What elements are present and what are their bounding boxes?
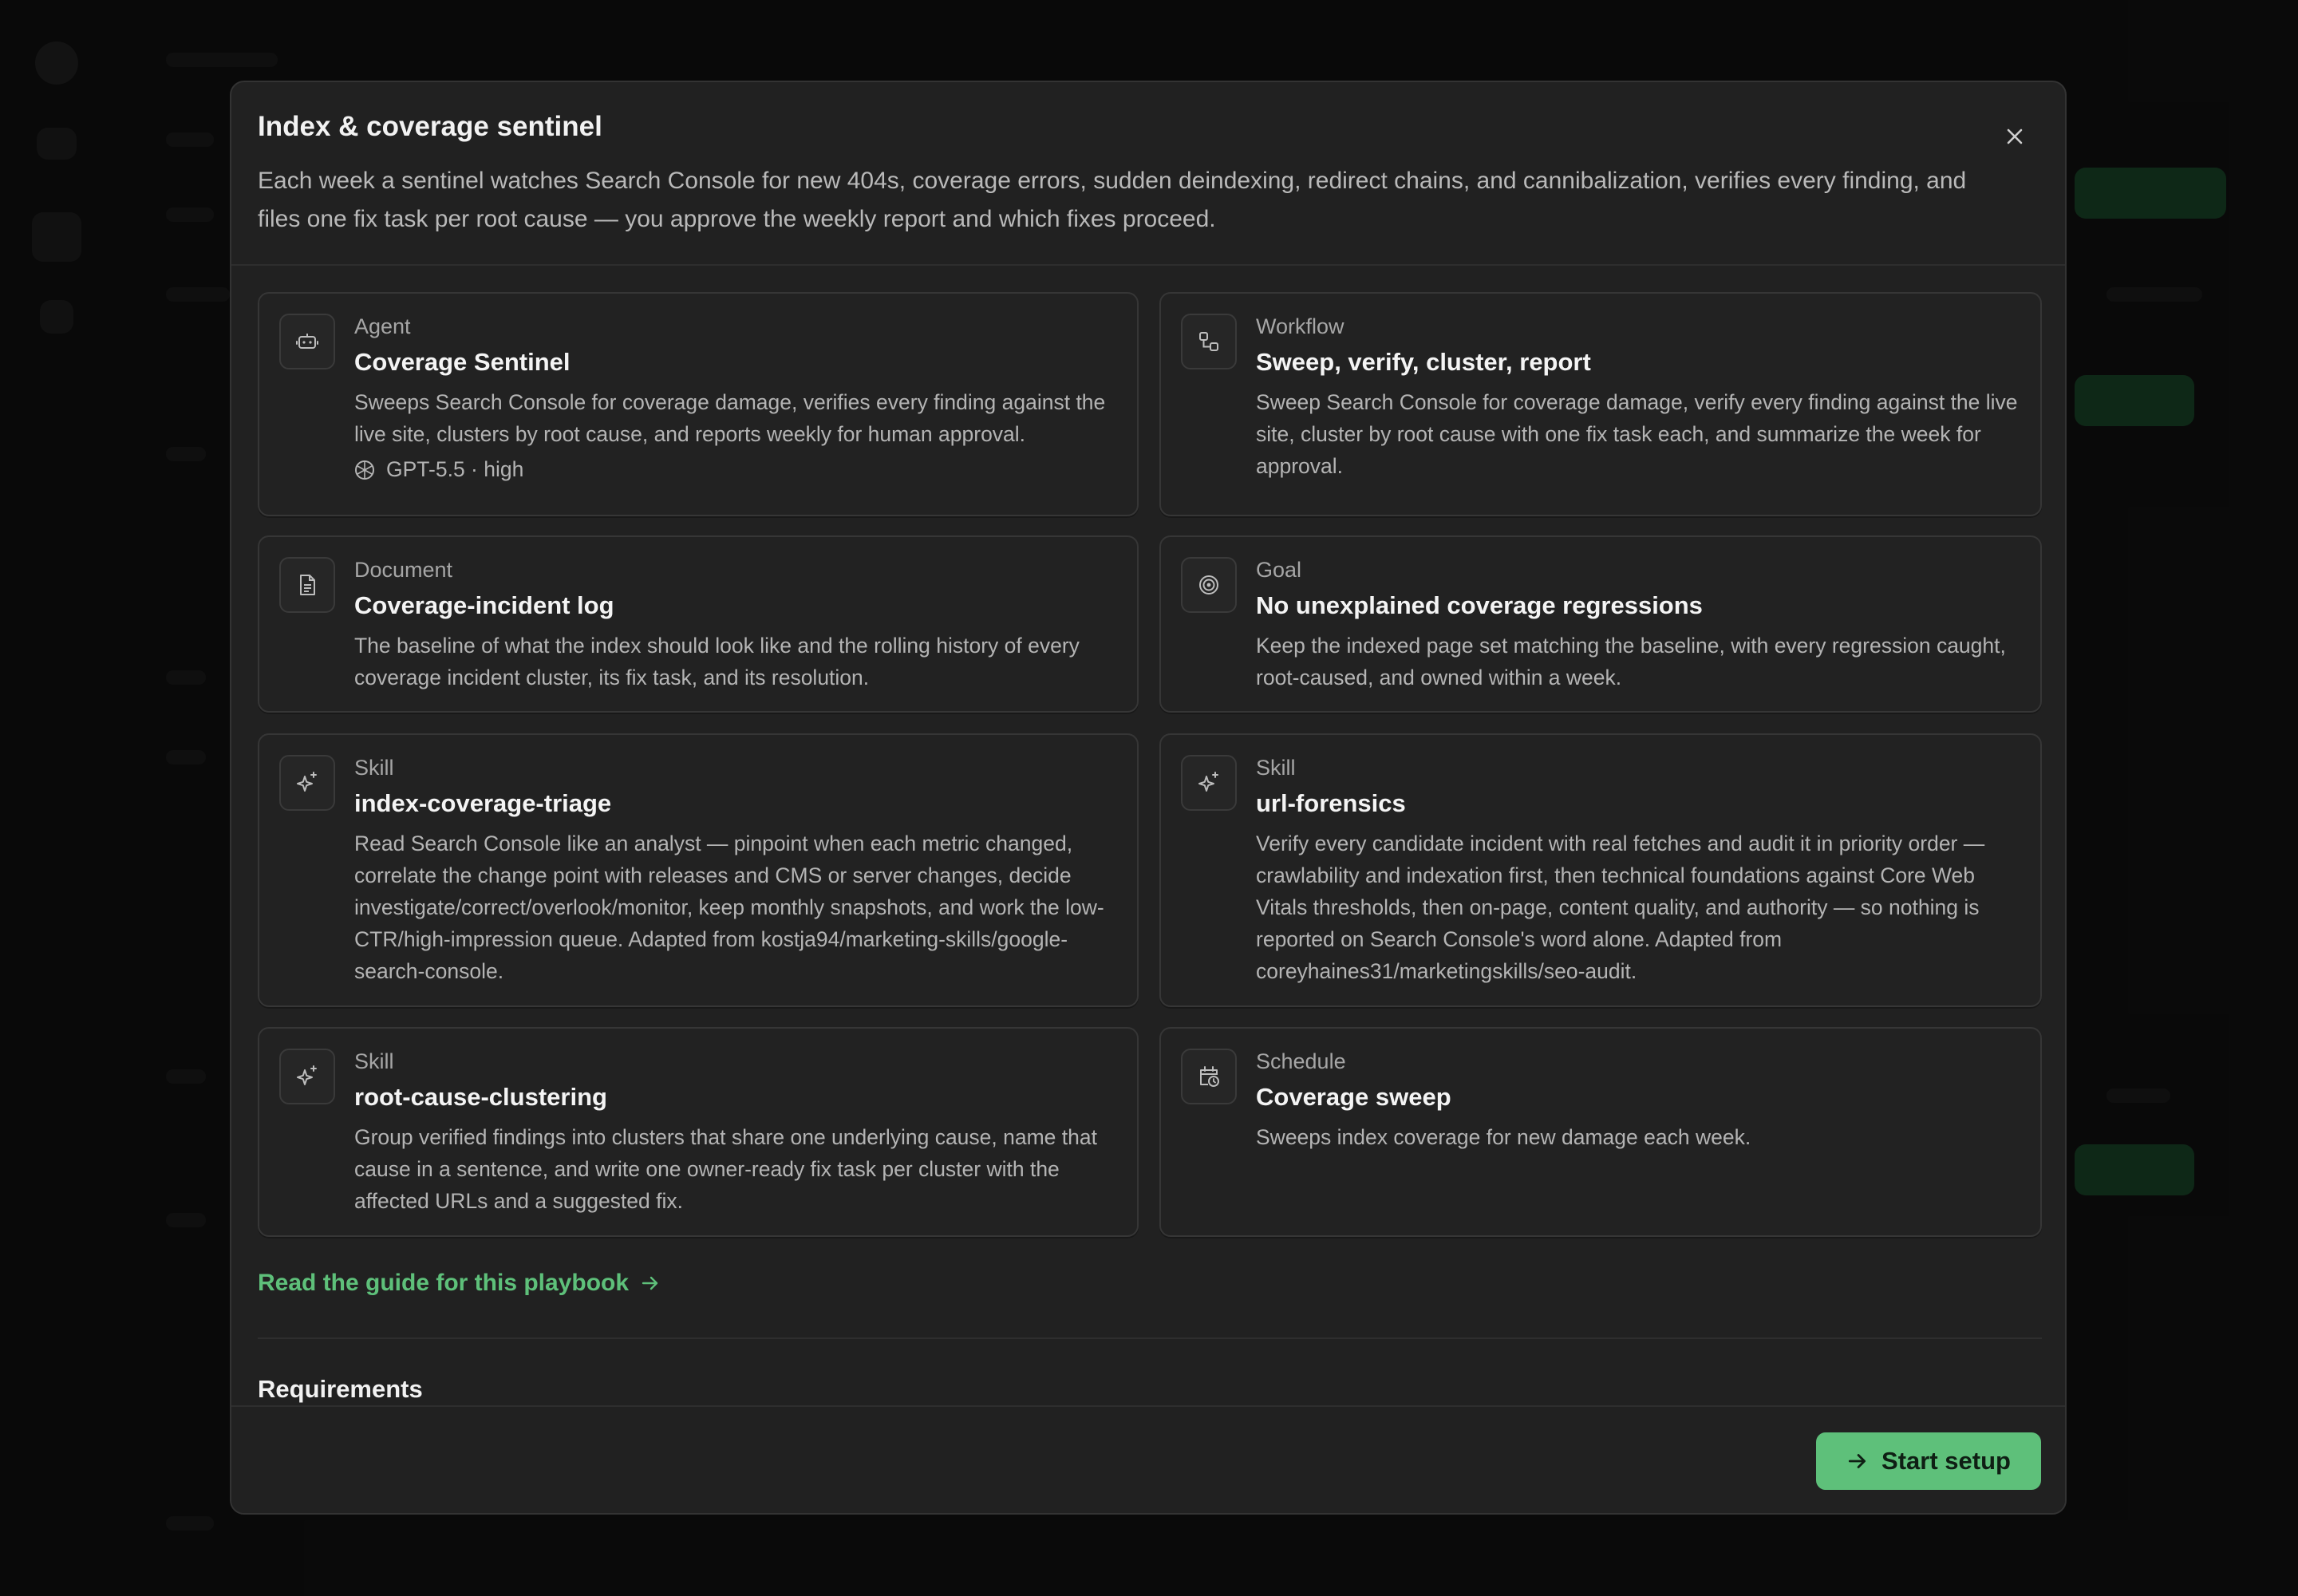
model-label: GPT-5.5 · high <box>386 457 524 481</box>
card-title: Sweep, verify, cluster, report <box>1256 348 1591 376</box>
guide-link[interactable]: Read the guide for this playbook <box>258 1270 661 1297</box>
workflow-icon <box>1181 314 1237 369</box>
modal-title: Index & coverage sentinel <box>258 111 602 142</box>
guide-link-label: Read the guide for this playbook <box>258 1270 630 1296</box>
model-meta: GPT-5.5 · high <box>353 457 523 482</box>
model-icon <box>355 460 374 480</box>
card-type: Agent <box>354 314 411 338</box>
card-description: The baseline of what the index should lo… <box>354 634 1080 689</box>
card-type: Skill <box>354 756 394 780</box>
card-document[interactable]: Document Coverage-incident log The basel… <box>258 535 1139 713</box>
card-type: Skill <box>354 1049 394 1073</box>
card-title: index-coverage-triage <box>354 789 612 817</box>
card-title: root-cause-clustering <box>354 1083 607 1111</box>
card-goal[interactable]: Goal No unexplained coverage regressions… <box>1159 535 2042 713</box>
card-description: Sweeps index coverage for new damage eac… <box>1256 1125 1751 1149</box>
close-button[interactable] <box>1996 118 2033 155</box>
arrow-right-icon <box>642 1276 658 1290</box>
card-description: Keep the indexed page set matching the b… <box>1256 634 2006 689</box>
card-title: No unexplained coverage regressions <box>1256 591 1703 619</box>
card-schedule[interactable]: Schedule Coverage sweep Sweeps index cov… <box>1159 1027 2042 1237</box>
card-type: Schedule <box>1256 1049 1346 1073</box>
card-workflow[interactable]: Workflow Sweep, verify, cluster, report … <box>1159 292 2042 516</box>
card-description: Read Search Console like an analyst — pi… <box>354 832 1104 983</box>
section-divider <box>258 1337 2042 1339</box>
card-type: Document <box>354 558 453 582</box>
start-setup-label: Start setup <box>1881 1447 2011 1475</box>
card-skill-url-forensics[interactable]: Skill url-forensics Verify every candida… <box>1159 733 2042 1007</box>
sparkle-icon <box>279 755 335 811</box>
robot-icon <box>279 314 335 369</box>
playbook-modal: Index & coverage sentinel Each week a se… <box>230 81 2067 1515</box>
modal-header: Index & coverage sentinel Each week a se… <box>231 82 2065 266</box>
sparkle-icon <box>279 1049 335 1104</box>
card-type: Workflow <box>1256 314 1344 338</box>
target-icon <box>1181 557 1237 613</box>
card-title: Coverage-incident log <box>354 591 614 619</box>
card-description: Sweep Search Console for coverage damage… <box>1256 390 2018 478</box>
card-title: url-forensics <box>1256 789 1406 817</box>
card-title: Coverage sweep <box>1256 1083 1451 1111</box>
card-description: Verify every candidate incident with rea… <box>1256 832 1985 983</box>
card-skill-root-cause-clustering[interactable]: Skill root-cause-clustering Group verifi… <box>258 1027 1139 1237</box>
modal-footer: Start setup <box>231 1405 2065 1513</box>
calendar-clock-icon <box>1181 1049 1237 1104</box>
card-description: Group verified findings into clusters th… <box>354 1125 1097 1213</box>
card-skill-index-coverage-triage[interactable]: Skill index-coverage-triage Read Search … <box>258 733 1139 1007</box>
card-type: Goal <box>1256 558 1302 582</box>
arrow-right-icon <box>1848 1454 1866 1468</box>
close-icon <box>2007 128 2023 144</box>
start-setup-button[interactable]: Start setup <box>1816 1432 2041 1490</box>
card-description: Sweeps Search Console for coverage damag… <box>354 390 1106 446</box>
document-icon <box>279 557 335 613</box>
card-agent[interactable]: Agent Coverage Sentinel Sweeps Search Co… <box>258 292 1139 516</box>
card-title: Coverage Sentinel <box>354 348 571 376</box>
requirements-heading: Requirements <box>258 1375 423 1403</box>
sparkle-icon <box>1181 755 1237 811</box>
modal-description: Each week a sentinel watches Search Cons… <box>258 168 1967 232</box>
card-type: Skill <box>1256 756 1296 780</box>
